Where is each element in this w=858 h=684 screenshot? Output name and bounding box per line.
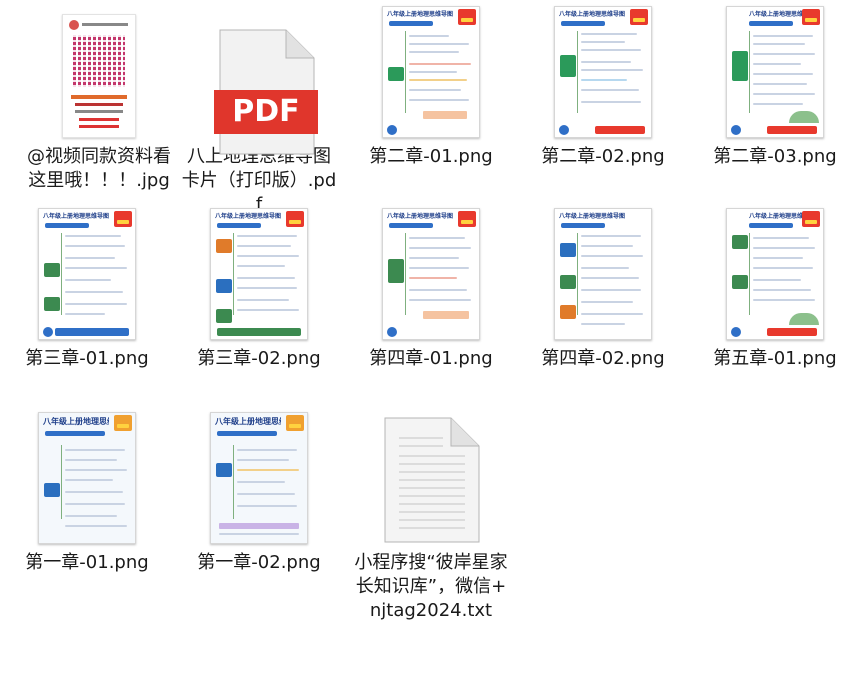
- file-name: 第一章-01.png: [25, 552, 149, 573]
- file-name: 第二章-03.png: [713, 146, 837, 167]
- pdf-badge: PDF: [232, 94, 300, 129]
- file-name: 第三章-02.png: [197, 348, 321, 369]
- badge-icon: [114, 211, 132, 227]
- file-name: 第一章-02.png: [197, 552, 321, 573]
- image-thumbnail: 八年级上册地理思维导图: [210, 208, 308, 340]
- file-item[interactable]: 八年级上册地理思维导图 第四章-02.png: [517, 208, 689, 371]
- file-item[interactable]: 八年级上册地理思维导图 第五章-01.png: [689, 208, 858, 371]
- file-name: 第四章-02.png: [541, 348, 665, 369]
- image-thumbnail: 八年级上册地理思维导图: [38, 412, 136, 544]
- file-item[interactable]: 八年级上册地理思维导图 第一章-01.png: [1, 406, 173, 575]
- image-thumbnail: 八年级上册地理思维导图: [38, 208, 136, 340]
- file-item[interactable]: PDF 八上地理思维导图卡片（打印版）.pdf: [173, 0, 345, 217]
- file-name: 小程序搜“彼岸星家长知识库”，微信+njtag2024.txt: [354, 552, 508, 621]
- pdf-file-icon: PDF: [214, 28, 318, 155]
- image-thumbnail: 八年级上册地理思维导图: [210, 412, 308, 544]
- badge-icon: [802, 9, 820, 25]
- file-item[interactable]: 八年级上册地理思维导图 第一章-02.png: [173, 406, 345, 575]
- thumbnail-heading: 八年级上册地理思维导图: [215, 213, 281, 220]
- file-name: 第三章-01.png: [25, 348, 149, 369]
- file-item[interactable]: 八年级上册地理思维导图 第二章-02.png: [517, 0, 689, 169]
- file-name: @视频同款资料看这里哦！！！.jpg: [27, 146, 171, 191]
- text-file-icon: [379, 416, 483, 544]
- file-item[interactable]: 八年级上册地理思维导图 第四章-01.png: [345, 208, 517, 371]
- file-item[interactable]: @视频同款资料看这里哦！！！.jpg: [13, 0, 185, 193]
- badge-icon: [114, 415, 132, 431]
- file-name: 第二章-01.png: [369, 146, 493, 167]
- file-name: 第五章-01.png: [713, 348, 837, 369]
- file-item[interactable]: 八年级上册地理思维导图 第三章-02.png: [173, 208, 345, 371]
- image-thumbnail: [13, 0, 185, 138]
- thumbnail-heading: 八年级上册地理思维导图: [559, 11, 625, 18]
- badge-icon: [286, 415, 304, 431]
- file-item[interactable]: 八年级上册地理思维导图 第二章-03.png: [689, 0, 858, 169]
- file-item[interactable]: 小程序搜“彼岸星家长知识库”，微信+njtag2024.txt: [345, 406, 517, 623]
- file-name: 第四章-01.png: [369, 348, 493, 369]
- badge-icon: [286, 211, 304, 227]
- badge-icon: [630, 9, 648, 25]
- image-thumbnail: 八年级上册地理思维导图: [726, 208, 824, 340]
- thumbnail-heading: 八年级上册地理思维导图: [387, 213, 453, 220]
- badge-icon: [802, 211, 820, 227]
- thumbnail-heading: 八年级上册地理思维导图: [387, 11, 453, 18]
- file-item[interactable]: 八年级上册地理思维导图 第二章-01.png: [345, 0, 517, 169]
- badge-icon: [458, 9, 476, 25]
- image-thumbnail: 八年级上册地理思维导图: [554, 6, 652, 138]
- image-thumbnail: 八年级上册地理思维导图: [726, 6, 824, 138]
- file-item[interactable]: 八年级上册地理思维导图 第三章-01.png: [1, 208, 173, 371]
- pdf-thumbnail: PDF: [173, 0, 345, 155]
- thumbnail-heading: 八年级上册地理思维导图: [215, 417, 281, 426]
- thumbnail-heading: 八年级上册地理思维导图: [43, 417, 109, 426]
- image-thumbnail: 八年级上册地理思维导图: [382, 208, 480, 340]
- thumbnail-heading: 八年级上册地理思维导图: [559, 213, 625, 220]
- badge-icon: [458, 211, 476, 227]
- thumbnail-heading: 八年级上册地理思维导图: [43, 213, 109, 220]
- qr-code-image: [62, 14, 136, 138]
- image-thumbnail: 八年级上册地理思维导图: [382, 6, 480, 138]
- image-thumbnail: 八年级上册地理思维导图: [554, 208, 652, 340]
- file-name: 第二章-02.png: [541, 146, 665, 167]
